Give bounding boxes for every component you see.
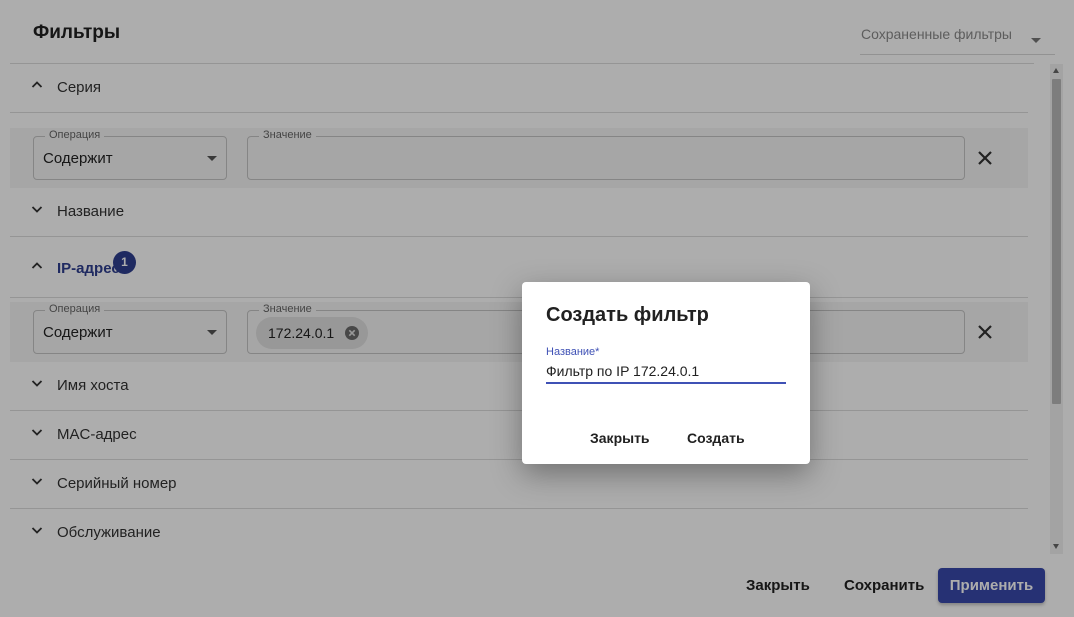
dialog-close-button[interactable]: Закрыть <box>590 430 650 446</box>
filters-page: Фильтры Сохраненные фильтры Серия Операц… <box>0 0 1074 617</box>
dialog-title: Создать фильтр <box>546 304 709 326</box>
filter-name-label: Название* <box>546 346 600 358</box>
create-filter-dialog: Создать фильтр Название* Закрыть Создать <box>522 282 810 464</box>
dialog-create-button[interactable]: Создать <box>687 430 745 446</box>
filter-name-input[interactable] <box>546 360 786 384</box>
